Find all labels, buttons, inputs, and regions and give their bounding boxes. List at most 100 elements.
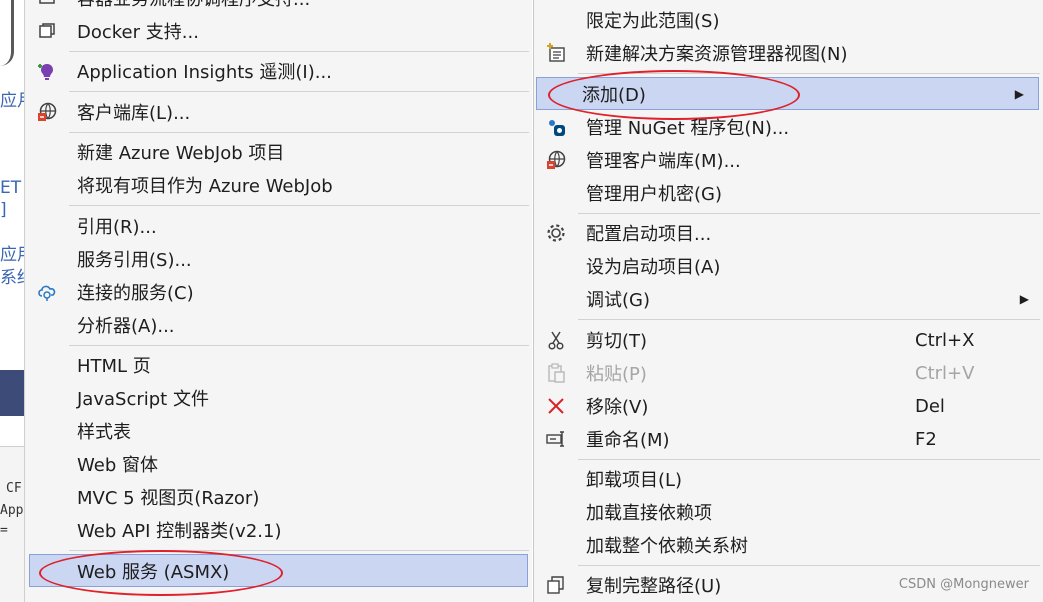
menu-item-label: 管理 NuGet 程序包(N)... [586, 118, 790, 139]
menu-item-stylesheet[interactable]: 样式表 [25, 415, 532, 447]
background-text: 应月 [0, 91, 24, 111]
menu-item-label: 复制完整路径(U) [586, 576, 722, 597]
client-library-icon [543, 147, 569, 173]
menu-item-label: 样式表 [77, 422, 131, 443]
menu-item-cut[interactable]: 剪切(T) Ctrl+X [534, 324, 1043, 356]
menu-item-web-api-controller[interactable]: Web API 控制器类(v2.1) [25, 514, 532, 546]
menu-separator [578, 565, 1040, 566]
paste-icon [543, 360, 569, 386]
menu-separator [69, 205, 529, 206]
menu-item-label: 剪切(T) [586, 331, 648, 352]
menu-item-label: HTML 页 [77, 356, 151, 377]
connected-services-icon [34, 279, 60, 305]
menu-item-label: 容器业务流程协调程序支持... [77, 0, 310, 11]
menu-item-client-library[interactable]: 客户端库(L)... [25, 96, 532, 128]
menu-separator [578, 319, 1040, 320]
project-context-menu: 限定为此范围(S) 新建解决方案资源管理器视图(N) 添加(D) ▶ 管理 Nu… [533, 0, 1043, 602]
menu-separator [69, 91, 529, 92]
menu-item-label: 将现有项目作为 Azure WebJob [77, 176, 333, 197]
menu-separator [578, 213, 1040, 214]
menu-item-label: 设为启动项目(A) [586, 257, 721, 278]
menu-item-label: 加载直接依赖项 [586, 503, 712, 524]
menu-item-label: 调试(G) [586, 290, 650, 311]
menu-item-label: 卸载项目(L) [586, 470, 683, 491]
nuget-icon [543, 114, 569, 140]
menu-item-label: Docker 支持... [77, 22, 199, 43]
menu-item-manage-client-library[interactable]: 管理客户端库(M)... [534, 144, 1043, 176]
menu-item-connected-services[interactable]: 连接的服务(C) [25, 276, 532, 308]
menu-separator [69, 345, 529, 346]
submenu-arrow-icon: ▶ [1019, 292, 1029, 306]
menu-item-label: 加载整个依赖关系树 [586, 536, 748, 557]
menu-item-debug[interactable]: 调试(G) ▶ [534, 283, 1043, 315]
menu-separator [69, 132, 529, 133]
menu-item-shortcut: Del [915, 395, 945, 417]
menu-item-label: 服务引用(S)... [77, 250, 192, 271]
menu-item-analyzer[interactable]: 分析器(A)... [25, 309, 532, 341]
background-editor-panel: 应月 ET ] 应用 系结 CF App = [0, 0, 24, 602]
menu-item-manage-nuget[interactable]: 管理 NuGet 程序包(N)... [534, 111, 1043, 143]
menu-item-web-form[interactable]: Web 窗体 [25, 448, 532, 480]
menu-item-shortcut: Ctrl+X [915, 329, 975, 351]
menu-item-paste[interactable]: 粘贴(P) Ctrl+V [534, 357, 1043, 389]
menu-item-javascript-file[interactable]: JavaScript 文件 [25, 382, 532, 414]
menu-item-label: 限定为此范围(S) [586, 11, 720, 32]
background-code-area: CF App = [0, 447, 24, 602]
menu-item-load-dep-tree[interactable]: 加载整个依赖关系树 [534, 529, 1043, 561]
background-code-text: = [0, 523, 8, 538]
annotation-oval [39, 550, 283, 596]
background-text: ET [0, 178, 22, 198]
background-bracket [0, 0, 14, 66]
copy-path-icon [543, 572, 569, 598]
add-submenu: 容器业务流程协调程序支持... Docker 支持... Application… [24, 0, 532, 602]
background-text: 应用 [0, 245, 24, 265]
menu-item-label: Web 窗体 [77, 455, 158, 476]
submenu-arrow-icon: ▶ [1014, 86, 1024, 101]
menu-item-label: Web API 控制器类(v2.1) [77, 521, 282, 542]
menu-item-unload-project[interactable]: 卸载项目(L) [534, 463, 1043, 495]
menu-item-reference[interactable]: 引用(R)... [25, 210, 532, 242]
menu-item-scope-to-this[interactable]: 限定为此范围(S) [534, 4, 1043, 36]
rename-icon [543, 426, 569, 452]
menu-item-load-direct-deps[interactable]: 加载直接依赖项 [534, 496, 1043, 528]
menu-item-service-reference[interactable]: 服务引用(S)... [25, 243, 532, 275]
menu-item-orchestrator-support[interactable]: 容器业务流程协调程序支持... [25, 0, 532, 14]
background-text: ] [0, 200, 7, 220]
menu-item-label: 移除(V) [586, 397, 649, 418]
menu-item-label: MVC 5 视图页(Razor) [77, 488, 260, 509]
menu-item-set-startup[interactable]: 设为启动项目(A) [534, 250, 1043, 282]
menu-separator [69, 51, 529, 52]
menu-item-new-azure-webjob[interactable]: 新建 Azure WebJob 项目 [25, 136, 532, 168]
menu-item-shortcut: F2 [915, 428, 937, 450]
menu-item-remove[interactable]: 移除(V) Del [534, 390, 1043, 422]
background-dark-bar [0, 370, 24, 416]
menu-item-label: 引用(R)... [77, 217, 157, 238]
menu-item-label: 客户端库(L)... [77, 103, 191, 124]
menu-item-existing-azure-webjob[interactable]: 将现有项目作为 Azure WebJob [25, 169, 532, 201]
menu-item-label: 连接的服务(C) [77, 283, 194, 304]
watermark: CSDN @Mongnewer [898, 577, 1029, 592]
client-library-icon [34, 99, 60, 125]
menu-item-docker-support[interactable]: Docker 支持... [25, 15, 532, 47]
menu-item-new-explorer-view[interactable]: 新建解决方案资源管理器视图(N) [534, 37, 1043, 69]
app-insights-icon [34, 58, 60, 84]
menu-item-label: 配置启动项目... [586, 224, 712, 245]
new-view-icon [543, 40, 569, 66]
menu-item-shortcut: Ctrl+V [915, 362, 975, 384]
remove-icon [543, 393, 569, 419]
menu-item-rename[interactable]: 重命名(M) F2 [534, 423, 1043, 455]
menu-item-html-page[interactable]: HTML 页 [25, 349, 532, 381]
docker-support-icon [34, 18, 60, 44]
menu-item-app-insights[interactable]: Application Insights 遥测(I)... [25, 55, 532, 87]
menu-item-label: 重命名(M) [586, 430, 670, 451]
orchestrator-icon [34, 0, 60, 11]
cut-icon [543, 327, 569, 353]
menu-item-label: 管理客户端库(M)... [586, 151, 741, 172]
menu-item-configure-startup[interactable]: 配置启动项目... [534, 217, 1043, 249]
menu-item-label: Application Insights 遥测(I)... [77, 62, 332, 83]
menu-separator [578, 459, 1040, 460]
menu-item-manage-user-secrets[interactable]: 管理用户机密(G) [534, 177, 1043, 209]
background-text: 系结 [0, 268, 24, 288]
menu-item-mvc5-view[interactable]: MVC 5 视图页(Razor) [25, 481, 532, 513]
menu-item-label: 分析器(A)... [77, 316, 175, 337]
